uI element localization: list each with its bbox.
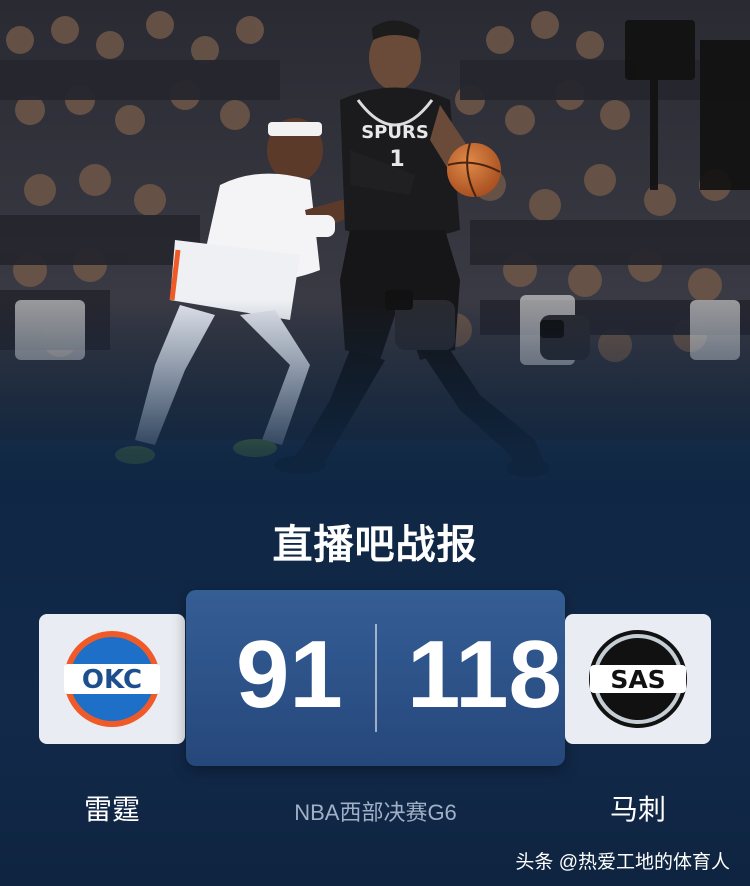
brand-title: 直播吧战报 [272,523,478,567]
score-divider [375,624,377,732]
away-team-name: 马刺 [609,794,666,825]
home-team-card: OKC [39,614,185,744]
home-team-name: 雷霆 [83,794,140,825]
jersey-text: SPURS [361,122,429,143]
away-team-card: SAS [565,614,711,744]
match-info: NBA西部决赛G6 [294,800,457,825]
sas-logo-text: SAS [610,665,665,694]
okc-logo: OKC [64,631,160,727]
sas-logo: SAS [589,630,687,728]
okc-logo-text: OKC [82,665,142,695]
watermark: 头条 @热爱工地的体育人 [515,852,730,873]
home-score: 91 [236,621,343,728]
away-score: 118 [407,621,562,728]
score-box: 91 118 [186,590,565,766]
